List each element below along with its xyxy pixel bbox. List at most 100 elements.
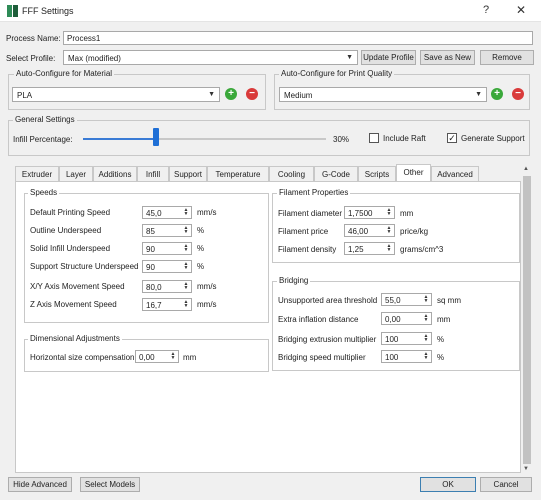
- material-group-title: Auto-Configure for Material: [14, 69, 115, 78]
- scroll-down-icon[interactable]: ▼: [523, 466, 529, 472]
- speed-value: 90: [146, 245, 155, 254]
- infill-slider-thumb[interactable]: [152, 128, 159, 146]
- bridging-unit: sq mm: [437, 296, 461, 305]
- xy-movement-speed-input[interactable]: 80,0 ▲ ▼: [142, 280, 192, 293]
- help-icon[interactable]: ?: [483, 4, 489, 16]
- spinner-icon[interactable]: ▲ ▼: [182, 226, 190, 235]
- horizontal-compensation-input[interactable]: 0,00 ▲ ▼: [135, 350, 179, 363]
- bridging-extrusion-input[interactable]: 100 ▲ ▼: [381, 332, 432, 345]
- unsupported-area-input[interactable]: 55,0 ▲ ▼: [381, 293, 432, 306]
- speed-label: X/Y Axis Movement Speed: [30, 282, 125, 291]
- bridging-value: 100: [385, 353, 399, 362]
- bridging-label: Extra inflation distance: [278, 315, 359, 324]
- quality-select[interactable]: Medium ▼: [279, 87, 487, 102]
- speed-label: Support Structure Underspeed: [30, 262, 139, 271]
- filament-unit: mm: [400, 209, 414, 218]
- infill-slider[interactable]: [83, 138, 326, 140]
- add-quality-icon[interactable]: +: [491, 88, 503, 100]
- process-name-input[interactable]: Process1: [63, 31, 533, 45]
- filament-label: Filament price: [278, 227, 329, 236]
- tab-support[interactable]: Support: [169, 166, 207, 182]
- bridging-speed-input[interactable]: 100 ▲ ▼: [381, 350, 432, 363]
- tab-gcode[interactable]: G-Code: [314, 166, 358, 182]
- spinner-icon[interactable]: ▲ ▼: [422, 334, 430, 343]
- speeds-group-title: Speeds: [28, 188, 60, 197]
- material-select-value: PLA: [17, 91, 33, 100]
- tab-extruder[interactable]: Extruder: [15, 166, 59, 182]
- tab-other[interactable]: Other: [396, 164, 431, 182]
- extra-inflation-input[interactable]: 0,00 ▲ ▼: [381, 312, 432, 325]
- scroll-up-icon[interactable]: ▲: [523, 166, 529, 172]
- tab-infill[interactable]: Infill: [137, 166, 169, 182]
- solid-infill-underspeed-input[interactable]: 90 ▲ ▼: [142, 242, 192, 255]
- speed-unit: mm/s: [197, 282, 217, 291]
- tab-cooling[interactable]: Cooling: [269, 166, 314, 182]
- filament-value: 1,7500: [348, 209, 373, 218]
- remove-quality-icon[interactable]: −: [512, 88, 524, 100]
- spinner-icon[interactable]: ▲ ▼: [182, 282, 190, 291]
- window-title: FFF Settings: [22, 6, 74, 16]
- cancel-button[interactable]: Cancel: [480, 477, 532, 492]
- spinner-icon[interactable]: ▲ ▼: [422, 295, 430, 304]
- save-as-new-button[interactable]: Save as New: [420, 50, 475, 65]
- support-underspeed-input[interactable]: 90 ▲ ▼: [142, 260, 192, 273]
- speed-label: Outline Underspeed: [30, 226, 102, 235]
- spinner-icon[interactable]: ▲ ▼: [182, 208, 190, 217]
- speed-value: 45,0: [146, 209, 162, 218]
- filament-label: Filament density: [278, 245, 337, 254]
- tab-layer[interactable]: Layer: [59, 166, 93, 182]
- profile-select[interactable]: Max (modified) ▼: [63, 50, 358, 65]
- remove-material-icon[interactable]: −: [246, 88, 258, 100]
- spinner-icon[interactable]: ▲ ▼: [169, 352, 177, 361]
- generate-support-checkbox[interactable]: ✓: [447, 133, 457, 143]
- infill-slider-fill: [83, 138, 156, 140]
- remove-profile-button[interactable]: Remove: [480, 50, 534, 65]
- tab-additions[interactable]: Additions: [93, 166, 137, 182]
- spinner-icon[interactable]: ▲ ▼: [385, 226, 393, 235]
- compensation-unit: mm: [183, 353, 197, 362]
- filament-density-input[interactable]: 1,25 ▲ ▼: [344, 242, 395, 255]
- hide-advanced-button[interactable]: Hide Advanced: [8, 477, 72, 492]
- include-raft-checkbox[interactable]: [369, 133, 379, 143]
- update-profile-button[interactable]: Update Profile: [361, 50, 416, 65]
- infill-value: 30%: [333, 135, 350, 144]
- spinner-icon[interactable]: ▲ ▼: [182, 262, 190, 271]
- bridging-label: Bridging speed multiplier: [278, 353, 366, 362]
- add-material-icon[interactable]: +: [225, 88, 237, 100]
- ok-button[interactable]: OK: [420, 477, 476, 492]
- bridging-value: 0,00: [385, 315, 401, 324]
- bridging-value: 55,0: [385, 296, 401, 305]
- speed-unit: mm/s: [197, 208, 217, 217]
- filament-unit: price/kg: [400, 227, 429, 236]
- speed-label: Z Axis Movement Speed: [30, 300, 117, 309]
- material-select[interactable]: PLA ▼: [12, 87, 220, 102]
- generate-support-label: Generate Support: [461, 134, 525, 143]
- chevron-down-icon: ▼: [475, 91, 482, 98]
- close-icon[interactable]: ✕: [516, 3, 526, 17]
- spinner-icon[interactable]: ▲ ▼: [422, 352, 430, 361]
- outline-underspeed-input[interactable]: 85 ▲ ▼: [142, 224, 192, 237]
- speed-value: 90: [146, 263, 155, 272]
- dimensional-group-title: Dimensional Adjustments: [28, 334, 122, 343]
- spinner-icon[interactable]: ▲ ▼: [182, 244, 190, 253]
- spinner-icon[interactable]: ▲ ▼: [385, 208, 393, 217]
- bridging-value: 100: [385, 335, 399, 344]
- scrollbar-thumb[interactable]: [523, 176, 531, 464]
- chevron-down-icon: ▼: [208, 91, 215, 98]
- default-speed-input[interactable]: 45,0 ▲ ▼: [142, 206, 192, 219]
- filament-price-input[interactable]: 46,00 ▲ ▼: [344, 224, 395, 237]
- settings-scrollbar[interactable]: ▲ ▼: [522, 166, 532, 472]
- spinner-icon[interactable]: ▲ ▼: [182, 300, 190, 309]
- tab-temperature[interactable]: Temperature: [207, 166, 269, 182]
- speed-unit: mm/s: [197, 300, 217, 309]
- speed-unit: %: [197, 262, 205, 271]
- tab-scripts[interactable]: Scripts: [358, 166, 396, 182]
- select-models-button[interactable]: Select Models: [80, 477, 140, 492]
- chevron-down-icon: ▼: [346, 54, 353, 61]
- tab-advanced[interactable]: Advanced: [431, 166, 479, 182]
- spinner-icon[interactable]: ▲ ▼: [422, 314, 430, 323]
- z-movement-speed-input[interactable]: 16,7 ▲ ▼: [142, 298, 192, 311]
- spinner-icon[interactable]: ▲ ▼: [385, 244, 393, 253]
- include-raft-label: Include Raft: [383, 134, 426, 143]
- filament-diameter-input[interactable]: 1,7500 ▲ ▼: [344, 206, 395, 219]
